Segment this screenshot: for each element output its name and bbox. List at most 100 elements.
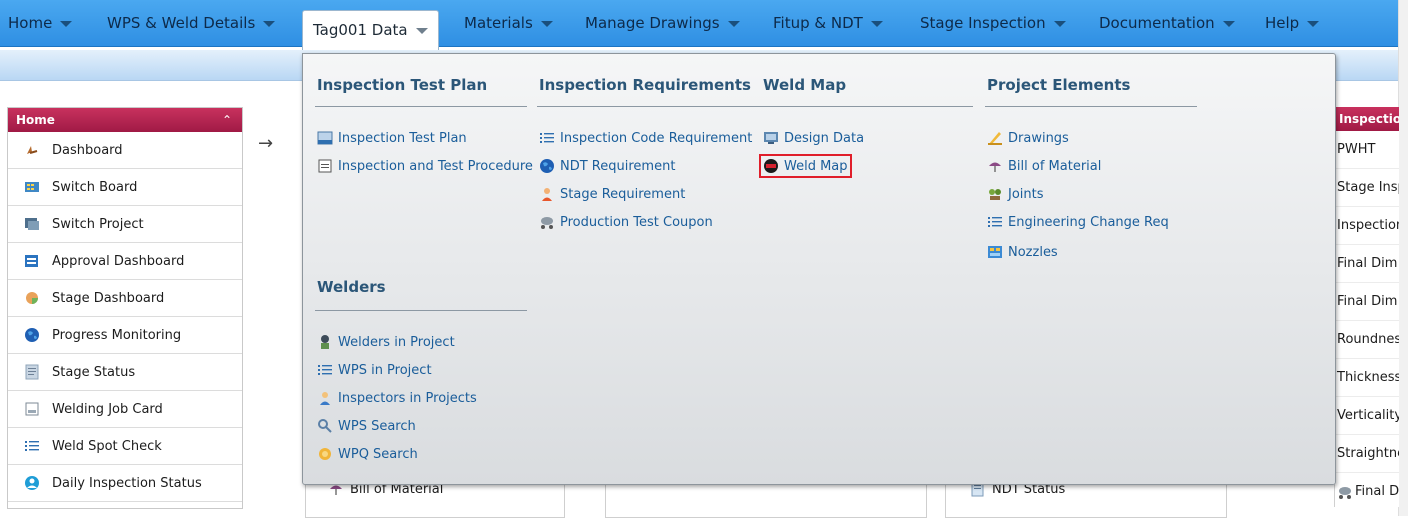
heading-divider xyxy=(985,106,1197,107)
menu-link-label: Welders in Project xyxy=(338,334,455,350)
heading-weld-map: Weld Map xyxy=(763,76,847,94)
menu-bill-of-material[interactable]: Bill of Material xyxy=(987,158,1101,174)
job-card-icon xyxy=(24,401,40,417)
inspection-item[interactable]: Verticality xyxy=(1335,397,1399,435)
chevron-down-icon xyxy=(1307,20,1320,27)
globe-icon xyxy=(24,327,40,343)
globe-icon xyxy=(539,158,555,174)
nav-documentation[interactable]: Documentation xyxy=(1099,0,1235,46)
inspection-status-icon xyxy=(24,475,40,491)
heading-welders: Welders xyxy=(317,278,386,296)
menu-link-label: Production Test Coupon xyxy=(560,214,713,230)
list-icon xyxy=(24,438,40,454)
sidebar-item-switch-board[interactable]: Switch Board xyxy=(8,169,242,206)
list-icon xyxy=(539,130,555,146)
inspection-item[interactable]: Straightne xyxy=(1335,435,1399,473)
welder-mask-icon xyxy=(763,158,779,174)
arrow-right-icon: → xyxy=(258,133,274,154)
menu-welders-in-project[interactable]: Welders in Project xyxy=(317,334,455,350)
sidebar-item-label: Switch Board xyxy=(52,179,138,195)
nozzles-icon xyxy=(987,244,1003,260)
sidebar-item-stage-dashboard[interactable]: Stage Dashboard xyxy=(8,280,242,317)
menu-link-label: Weld Map xyxy=(784,158,848,174)
search-icon xyxy=(317,418,333,434)
menu-link-label: Bill of Material xyxy=(1008,158,1102,174)
nav-wps-weld-details[interactable]: WPS & Weld Details xyxy=(107,0,276,46)
home-panel-header: Home ⌃ xyxy=(8,108,242,132)
sidebar-item-daily-inspection-status[interactable]: Daily Inspection Status xyxy=(8,465,242,502)
inspection-item[interactable]: Final Dim xyxy=(1335,283,1399,321)
sidebar-item-label: Stage Status xyxy=(52,364,136,380)
menu-link-label: Design Data xyxy=(784,130,865,146)
menu-joints[interactable]: Joints xyxy=(987,186,1044,202)
nav-wps-label: WPS & Weld Details xyxy=(107,14,256,32)
tag001-data-dropdown: Inspection Test Plan Inspection Requirem… xyxy=(302,53,1336,485)
list-icon xyxy=(317,362,333,378)
coupon-icon xyxy=(539,214,555,230)
nav-fitup-ndt[interactable]: Fitup & NDT xyxy=(773,0,883,46)
menu-link-label: Inspection Code Requirement xyxy=(560,130,753,146)
wpq-search-icon xyxy=(317,446,333,462)
menu-design-data[interactable]: Design Data xyxy=(763,130,864,146)
inspection-item[interactable]: Stage Insp xyxy=(1335,169,1399,207)
nav-materials[interactable]: Materials xyxy=(464,0,553,46)
sidebar-item-label: Daily Inspection Status xyxy=(52,475,202,491)
chevron-down-icon xyxy=(1222,20,1235,27)
nav-stage-inspection[interactable]: Stage Inspection xyxy=(920,0,1066,46)
inspection-panel-title: Inspection xyxy=(1335,107,1399,131)
inspection-item-label: Final Dim xyxy=(1355,484,1399,499)
sidebar-item-welding-job-card[interactable]: Welding Job Card xyxy=(8,391,242,428)
collapse-icon[interactable]: ⌃ xyxy=(222,108,232,132)
sidebar-item-weld-spot-check[interactable]: Weld Spot Check xyxy=(8,428,242,465)
sidebar-item-label: Stage Dashboard xyxy=(52,290,165,306)
menu-link-label: NDT Requirement xyxy=(560,158,676,174)
menu-inspection-test-plan[interactable]: Inspection Test Plan xyxy=(317,130,467,146)
sidebar-item-switch-project[interactable]: Switch Project xyxy=(8,206,242,243)
menu-ndt-requirement[interactable]: NDT Requirement xyxy=(539,158,675,174)
page-scrollbar[interactable] xyxy=(1398,0,1408,516)
menu-inspection-code-requirement[interactable]: Inspection Code Requirement xyxy=(539,130,752,146)
heading-project-elements: Project Elements xyxy=(987,76,1131,94)
inspection-item[interactable]: Final Dim xyxy=(1335,245,1399,283)
menu-stage-requirement[interactable]: Stage Requirement xyxy=(539,186,685,202)
menu-nozzles[interactable]: Nozzles xyxy=(987,244,1058,260)
sidebar-item-stage-status[interactable]: Stage Status xyxy=(8,354,242,391)
dashboard-icon xyxy=(24,142,40,158)
top-nav-bar: Home WPS & Weld Details Tag001 Data Mate… xyxy=(0,0,1398,51)
approval-icon xyxy=(24,253,40,269)
heading-divider xyxy=(749,106,973,107)
drawing-icon xyxy=(987,130,1003,146)
menu-drawings[interactable]: Drawings xyxy=(987,130,1069,146)
joints-icon xyxy=(987,186,1003,202)
chevron-down-icon xyxy=(540,20,553,27)
menu-link-label: Engineering Change Req xyxy=(1008,214,1169,230)
inspection-item[interactable]: Inspection xyxy=(1335,207,1399,245)
sidebar-item-approval-dashboard[interactable]: Approval Dashboard xyxy=(8,243,242,280)
inspector-icon xyxy=(317,390,333,406)
nav-home[interactable]: Home xyxy=(8,0,73,46)
menu-weld-map[interactable]: Weld Map xyxy=(759,154,852,178)
inspection-item[interactable]: PWHT xyxy=(1335,131,1399,169)
sidebar-item-progress-monitoring[interactable]: Progress Monitoring xyxy=(8,317,242,354)
menu-link-label: Stage Requirement xyxy=(560,186,686,202)
chevron-down-icon xyxy=(263,20,276,27)
menu-engineering-change-req[interactable]: Engineering Change Req xyxy=(987,214,1169,230)
nav-help[interactable]: Help xyxy=(1265,0,1320,46)
nav-tag001-data[interactable]: Tag001 Data xyxy=(302,10,439,51)
inspection-item[interactable]: Roundnes xyxy=(1335,321,1399,359)
menu-link-label: Inspection and Test Procedure xyxy=(338,158,533,174)
sidebar-item-label: Approval Dashboard xyxy=(52,253,185,269)
coupon-icon xyxy=(1337,484,1353,500)
menu-wps-in-project[interactable]: WPS in Project xyxy=(317,362,432,378)
menu-wps-search[interactable]: WPS Search xyxy=(317,418,416,434)
inspection-item[interactable]: Final Dim xyxy=(1335,473,1399,507)
menu-wpq-search[interactable]: WPQ Search xyxy=(317,446,418,462)
menu-inspection-and-test-procedure[interactable]: Inspection and Test Procedure xyxy=(317,158,533,174)
chevron-down-icon xyxy=(727,20,740,27)
menu-production-test-coupon[interactable]: Production Test Coupon xyxy=(539,214,713,230)
sidebar-item-dashboard[interactable]: Dashboard xyxy=(8,132,242,169)
sidebar-item-label: Progress Monitoring xyxy=(52,327,182,343)
inspection-item[interactable]: Thickness xyxy=(1335,359,1399,397)
nav-manage-drawings[interactable]: Manage Drawings xyxy=(585,0,740,46)
menu-inspectors-in-projects[interactable]: Inspectors in Projects xyxy=(317,390,477,406)
